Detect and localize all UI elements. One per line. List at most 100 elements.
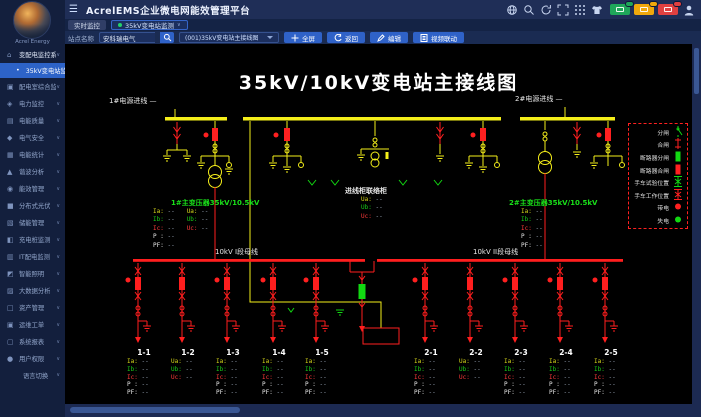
feeder-bay-2-1[interactable] bbox=[421, 262, 439, 344]
user-avatar[interactable] bbox=[13, 1, 51, 39]
measurement-row: Ic: -- bbox=[153, 224, 175, 232]
breaker-bay-tie2[interactable] bbox=[468, 120, 500, 168]
sidebar-item-14[interactable]: ▨ 大数据分析 ∨ bbox=[0, 282, 65, 299]
alarm-badge-0[interactable] bbox=[610, 1, 634, 15]
disconnector-incoming-2[interactable] bbox=[573, 121, 581, 145]
breaker-closed-indicator bbox=[592, 277, 598, 283]
breaker-bay-tf1[interactable] bbox=[200, 120, 232, 168]
toolbar-back-button[interactable]: 返回 bbox=[327, 32, 365, 43]
badge-count-bubble bbox=[649, 1, 658, 7]
feeder-measurement-row: Ia: -- bbox=[504, 358, 526, 365]
badge-glyph bbox=[616, 7, 624, 12]
feeder-bay-1-4[interactable] bbox=[269, 262, 287, 344]
sidebar-item-1[interactable]: • 35kV变电站监测 bbox=[0, 63, 65, 78]
vertical-scrollbar-thumb[interactable] bbox=[694, 48, 699, 94]
feeder-bay-2-2[interactable] bbox=[466, 262, 484, 344]
menu-icon: ▢ bbox=[7, 337, 14, 346]
sidebar-item-8[interactable]: ◉ 能效管理 ∨ bbox=[0, 180, 65, 197]
sidebar-item-13[interactable]: ◩ 智能照明 ∨ bbox=[0, 265, 65, 282]
sidebar-item-3[interactable]: ◈ 电力监控 ∨ bbox=[0, 95, 65, 112]
feeder-bay-2-5[interactable] bbox=[601, 262, 619, 344]
feeder-measurement-row: Ib: -- bbox=[549, 365, 571, 373]
chevron-down-icon: ∨ bbox=[56, 100, 60, 107]
sidebar-item-12[interactable]: ▥ IT配电监测 ∨ bbox=[0, 248, 65, 265]
alarm-badge-2[interactable] bbox=[658, 1, 682, 15]
sidebar-item-11[interactable]: ◧ 充电桩监测 ∨ bbox=[0, 231, 65, 248]
toolbar-fullscreen-button[interactable]: 全屏 bbox=[284, 32, 322, 43]
chevron-down-icon: ∨ bbox=[56, 355, 60, 362]
tab-substation-35kv[interactable]: 35kV变电站监测 ∨ bbox=[111, 20, 188, 30]
sidebar-item-10[interactable]: ▧ 储能管理 ∨ bbox=[0, 214, 65, 231]
sidebar-item-5[interactable]: ◆ 电气安全 ∨ bbox=[0, 129, 65, 146]
disconnector-incoming-1[interactable] bbox=[173, 121, 181, 145]
fullscreen-icon[interactable] bbox=[557, 4, 569, 16]
menu-icon[interactable]: ☰ bbox=[69, 4, 78, 15]
diagram-select[interactable]: (001)35kV变电站主接线图 bbox=[179, 32, 279, 43]
measurement-row: Ia: -- bbox=[153, 208, 175, 215]
apps-grid-icon[interactable] bbox=[574, 4, 586, 16]
feeder-measurement-row: Ib: -- bbox=[414, 365, 436, 373]
feeder-bay-2-3[interactable] bbox=[511, 262, 529, 344]
feeder-bay-2-4[interactable] bbox=[556, 262, 574, 344]
button-label: 视频联动 bbox=[431, 34, 457, 43]
feeder-bay-1-1[interactable] bbox=[134, 262, 152, 344]
feeder-measurement-row: PF: -- bbox=[414, 389, 436, 397]
sidebar-item-0[interactable]: ⌂ 变配电监控系统∨ bbox=[0, 46, 65, 63]
breaker-bay-tie1[interactable] bbox=[272, 120, 304, 168]
sidebar-item-label: 35kV变电站监测 bbox=[25, 68, 65, 75]
bus-tie-breaker-open[interactable] bbox=[358, 284, 366, 299]
feeder-measurement-row: Ib: -- bbox=[305, 365, 327, 373]
feeder-measurement-row: Ic: -- bbox=[549, 373, 571, 381]
chevron-down-icon: ∨ bbox=[56, 236, 60, 243]
sidebar-item-19[interactable]: 语言切换 ∨ bbox=[0, 367, 65, 383]
search-button[interactable] bbox=[160, 32, 174, 43]
transformer-1-symbol[interactable] bbox=[208, 165, 222, 188]
diagram-select-value: (001)35kV变电站主接线图 bbox=[185, 35, 259, 42]
header-bar: ☰ AcrelEMS企业微电网能效管理平台 bbox=[65, 0, 701, 19]
tie-cabinet-title: 进线柜联络柜 bbox=[345, 187, 387, 195]
feeder-bay-1-2[interactable] bbox=[178, 262, 196, 344]
site-name-input[interactable] bbox=[99, 32, 155, 43]
sidebar-item-15[interactable]: □ 资产管理 ∨ bbox=[0, 299, 65, 316]
sidebar-item-17[interactable]: ▢ 系统报表 ∨ bbox=[0, 333, 65, 350]
toolbar-edit-button[interactable]: 编辑 bbox=[370, 32, 408, 43]
legend-label: 带电 bbox=[657, 206, 669, 213]
tab-realtime-monitor[interactable]: 实时监控 bbox=[68, 20, 106, 30]
search-icon[interactable] bbox=[523, 4, 535, 16]
sidebar-item-9[interactable]: ■ 分布式光伏 ∨ bbox=[0, 197, 65, 214]
bus-10kv-section2 bbox=[377, 259, 623, 262]
sidebar-item-6[interactable]: ▦ 电能统计 ∨ bbox=[0, 146, 65, 163]
theme-skin-icon[interactable] bbox=[591, 4, 603, 16]
alarm-badge-1[interactable] bbox=[634, 1, 658, 15]
sidebar-item-2[interactable]: ▣ 配电室综合监测∨ bbox=[0, 78, 65, 95]
sidebar-item-label: 能效管理 bbox=[19, 186, 45, 193]
chevron-down-icon: ∨ bbox=[56, 185, 60, 192]
tie-cabinet-data-block: 进线柜联络柜 Ua: -- Ub: -- Uc: -- bbox=[345, 186, 387, 221]
user-icon[interactable] bbox=[683, 4, 695, 16]
menu-icon: ▲ bbox=[7, 167, 13, 176]
menu-icon: ◉ bbox=[7, 184, 14, 193]
alarm-badges bbox=[610, 1, 682, 15]
globe-icon[interactable] bbox=[506, 4, 518, 16]
feeder-bay-1-3[interactable] bbox=[223, 262, 241, 344]
disconnector-tie[interactable] bbox=[436, 121, 444, 145]
feeder-measurement-row: PF: -- bbox=[594, 389, 616, 397]
sidebar-item-label: IT配电监测 bbox=[19, 254, 50, 261]
sidebar-item-4[interactable]: ▤ 电能质量 ∨ bbox=[0, 112, 65, 129]
feeder-measurement-row: Ib: -- bbox=[127, 365, 149, 373]
toolbar-video-link-button[interactable]: 视频联动 bbox=[413, 32, 464, 43]
breaker-bay-tf2[interactable] bbox=[593, 120, 625, 168]
vertical-scrollbar[interactable] bbox=[692, 44, 701, 417]
feeder-measurement-row: Uc: -- bbox=[459, 373, 481, 381]
feeder-bay-1-5[interactable] bbox=[312, 262, 330, 344]
sidebar-item-18[interactable]: ● 用户权限 ∨ bbox=[0, 350, 65, 367]
sidebar-item-16[interactable]: ▣ 运维工单 ∨ bbox=[0, 316, 65, 333]
measurement-row: Ib: -- bbox=[521, 216, 543, 224]
menu-icon: ● bbox=[7, 354, 14, 363]
transformer-2-symbol[interactable] bbox=[538, 151, 552, 174]
sidebar-item-7[interactable]: ▲ 谐波分析 ∨ bbox=[0, 163, 65, 180]
header-icons bbox=[506, 1, 701, 16]
horizontal-scrollbar-thumb[interactable] bbox=[70, 407, 240, 413]
transformer-2-data-block: 2#主变压器35kV/10.5kV Ia: -- Ib: -- Ic: -- P : … bbox=[509, 198, 597, 250]
refresh-icon[interactable] bbox=[540, 4, 552, 16]
